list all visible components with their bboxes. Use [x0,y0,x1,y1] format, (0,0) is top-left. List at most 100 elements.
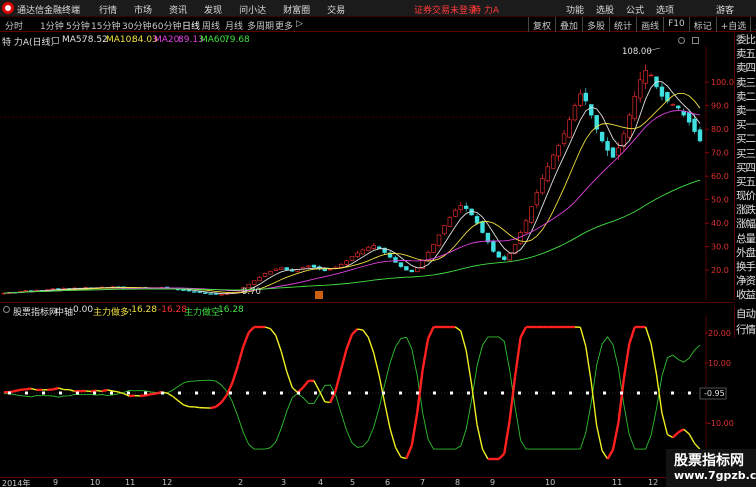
bull-segment [166,392,173,397]
tool-overlay[interactable]: 叠加 [555,17,582,32]
candle [338,263,344,268]
tool-mark[interactable]: 标记 [688,17,716,32]
indicator-tick: -10.00 [708,419,734,428]
menu-item-market[interactable]: 市场 [126,3,161,16]
period-monthly[interactable]: 月线 [225,19,243,32]
candle [583,92,589,102]
menu-item-options[interactable]: 选项 [650,3,680,16]
menu-item-trade[interactable]: 交易 [319,3,354,16]
candle [273,268,279,271]
period-more[interactable]: 更多 [275,19,293,32]
quote-item: 涨幅 [736,218,756,231]
axis-dot [586,391,589,395]
candle [219,294,224,296]
axis-dot [382,391,385,395]
date-label: 10 [90,478,101,487]
candle [692,118,697,132]
period-15min[interactable]: 15分钟 [91,19,120,32]
menu-item-news[interactable]: 资讯 [161,3,196,16]
axis-dot [212,391,215,395]
app-logo-icon [2,2,14,14]
period-intraday[interactable]: 分时 [5,19,23,32]
quote-item: 净资 [736,275,756,288]
indicator-chart[interactable]: 20.00 10.00 -10.00 -0.95 [0,315,734,477]
candle [262,273,268,277]
quote-item: 收益 [736,289,756,302]
period-daily[interactable]: 日线 [182,19,200,32]
menu-item-formula[interactable]: 公式 [620,3,650,16]
menu-item-wealth[interactable]: 财富圈 [275,3,319,16]
candlestick-chart[interactable]: 100.0 90.0 80.0 70.0 60.0 50.0 40.0 30.0 20.0 10… [0,46,734,300]
tool-statistics[interactable]: 统计 [609,17,636,32]
auto-button[interactable]: 自动 [735,306,756,322]
bull-segment [215,401,223,408]
quote-button[interactable]: 行情 [735,322,756,338]
bull-segment [52,386,59,391]
bull-segment [96,389,102,392]
period-weekly[interactable]: 周线 [202,19,220,32]
period-1min[interactable]: 1分钟 [40,19,64,32]
bull-segment [628,326,636,345]
bull-segment [107,389,113,392]
candle [676,105,681,109]
axis-dot [229,391,232,395]
price-tick: 20.0 [711,266,729,275]
ma-settings-icon[interactable] [52,37,59,44]
tool-draw-line[interactable]: 画线 [636,17,663,32]
axis-dot [59,391,62,395]
price-tick: 60.0 [711,172,729,181]
bull-segment [677,428,685,434]
date-label: 9 [490,478,496,487]
bull-value: -16.28 [128,305,158,315]
candle [328,268,333,271]
tool-back[interactable]: 返回 [750,17,756,32]
period-60min[interactable]: 60分钟 [152,19,181,32]
bull-segment [389,428,397,448]
candle [572,105,578,121]
tool-add-favorite[interactable]: +自选 [715,17,751,32]
low-price-label: 9.70 [242,287,261,297]
bull-segment [69,389,75,392]
period-30min[interactable]: 30分钟 [122,19,151,32]
more-arrow-icon[interactable]: ▷ [296,19,303,29]
indicator-settings-icon[interactable] [3,306,10,313]
guest-login[interactable]: 游客 [716,3,734,16]
candle [268,271,273,275]
candle [257,276,262,282]
bull-segment [622,343,631,379]
axis-dot [25,391,28,395]
date-label: 2014年 [2,479,31,487]
tool-multi-stock[interactable]: 多股 [582,17,609,32]
maximize-icon[interactable] [692,37,699,44]
menu-item-stock-pick[interactable]: 选股 [590,3,620,16]
tool-f10[interactable]: F10 [663,17,689,32]
event-marker-icon[interactable] [315,291,323,299]
bull-segment [236,346,245,367]
bull-segment [339,348,348,370]
quote-item: 现价 [736,190,756,203]
candle [251,280,257,285]
indicator-info-bar: 股票指标网 中轴: 0.00 主力做多: -16.28 -16.28 主力做空:… [0,302,734,318]
bull-segment [313,380,320,392]
candle [431,244,436,253]
axis-dot [416,391,419,395]
menu-item-discover[interactable]: 发现 [196,3,231,16]
bull-segment [590,381,598,426]
menu-item-function[interactable]: 功能 [560,3,590,16]
period-5min[interactable]: 5分钟 [66,19,90,32]
candle [376,246,382,249]
axis-dot [110,391,113,395]
candle [540,178,545,194]
menu-item-ask[interactable]: 问小达 [231,3,275,16]
tool-restore-rights[interactable]: 复权 [528,17,555,32]
candle [578,93,583,106]
settings-circle-icon[interactable] [678,37,685,44]
login-warning[interactable]: 证券交易未登录 [414,3,477,16]
menu-item-quotes[interactable]: 行情 [91,3,126,16]
high-price-label: 108.00 [622,47,652,57]
candle [213,293,219,295]
date-label: 4 [318,478,324,487]
axis-dot [331,391,334,395]
bull-segment [112,390,119,393]
period-multi[interactable]: 多周期 [247,19,274,32]
